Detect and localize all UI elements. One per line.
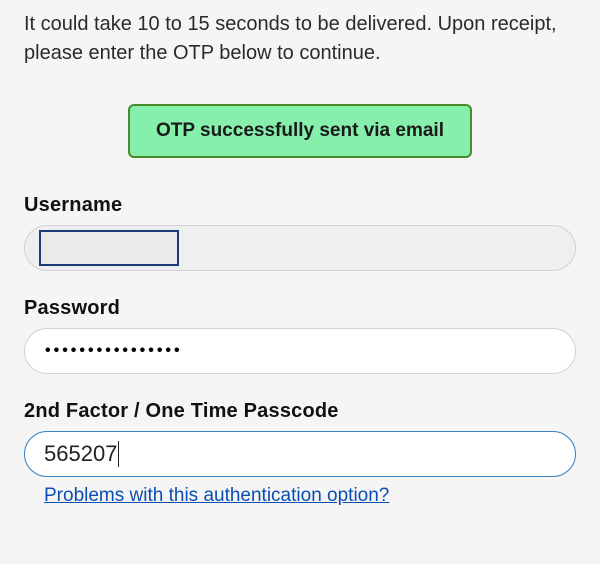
otp-input[interactable]	[24, 431, 576, 477]
username-group: Username	[24, 194, 576, 271]
otp-sent-alert: OTP successfully sent via email	[128, 104, 472, 158]
username-input[interactable]	[24, 225, 576, 271]
password-input[interactable]: ••••••••••••••••	[24, 328, 576, 374]
username-label: Username	[24, 194, 576, 217]
otp-group: 2nd Factor / One Time Passcode 565207 Pr…	[24, 400, 576, 507]
password-masked-value: ••••••••••••••••	[25, 329, 575, 373]
password-label: Password	[24, 297, 576, 320]
instructions-text: It could take 10 to 15 seconds to be del…	[24, 10, 576, 68]
help-link[interactable]: Problems with this authentication option…	[44, 485, 389, 507]
username-selection-highlight	[39, 230, 179, 266]
otp-label: 2nd Factor / One Time Passcode	[24, 400, 576, 423]
password-group: Password ••••••••••••••••	[24, 297, 576, 374]
alert-container: OTP successfully sent via email	[24, 104, 576, 158]
